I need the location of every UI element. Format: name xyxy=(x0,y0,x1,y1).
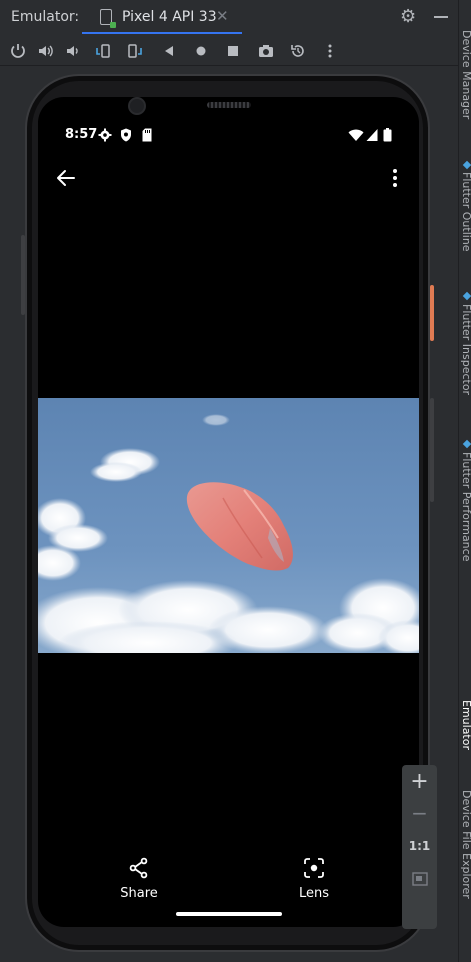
emulator-window: Emulator: Pixel 4 API 33 ✕ ⚙ Device Mana… xyxy=(0,0,471,962)
panel-device-manager[interactable]: Device Manager xyxy=(460,30,471,119)
power-side-button[interactable] xyxy=(430,285,434,341)
share-icon xyxy=(129,857,148,879)
panel-flutter-performance[interactable]: Flutter Performance xyxy=(460,452,471,561)
flutter-outline-icon xyxy=(462,160,471,170)
flutter-performance-icon xyxy=(462,439,471,449)
zoom-controls: + − 1:1 xyxy=(402,765,437,929)
left-gutter xyxy=(0,66,4,962)
zoom-fit-icon[interactable] xyxy=(402,871,437,891)
status-time: 8:57 xyxy=(65,127,98,142)
volume-up-icon[interactable] xyxy=(35,40,57,62)
front-camera xyxy=(128,97,146,115)
gesture-nav-bar[interactable] xyxy=(176,912,282,916)
minimize-icon[interactable] xyxy=(434,16,448,18)
gear-icon[interactable]: ⚙ xyxy=(400,6,416,27)
share-button[interactable]: Share xyxy=(109,856,169,901)
power-icon[interactable] xyxy=(7,40,29,62)
rotate-left-icon[interactable] xyxy=(92,40,114,62)
tab-pixel-4-api-33[interactable]: Pixel 4 API 33 ✕ xyxy=(82,0,242,34)
rotate-right-icon[interactable] xyxy=(124,40,146,62)
cellular-signal-icon xyxy=(366,129,378,141)
panel-emulator[interactable]: Emulator xyxy=(460,700,471,750)
zoom-out-button[interactable]: − xyxy=(402,801,437,825)
overflow-menu-icon[interactable] xyxy=(385,166,405,190)
overview-button-icon[interactable] xyxy=(222,40,244,62)
volume-side-button[interactable] xyxy=(430,398,434,502)
left-side-button xyxy=(21,235,25,315)
more-options-icon[interactable] xyxy=(319,40,341,62)
right-tool-strip: Device Manager Flutter Outline Flutter I… xyxy=(458,0,471,962)
volume-down-icon[interactable] xyxy=(62,40,84,62)
wifi-icon xyxy=(348,129,364,141)
back-arrow-icon[interactable] xyxy=(54,166,78,190)
flutter-inspector-icon xyxy=(462,291,471,301)
emulator-label: Emulator: xyxy=(11,9,80,25)
lens-label: Lens xyxy=(298,886,330,901)
earpiece-speaker xyxy=(207,102,251,108)
photo-sky-bag xyxy=(38,398,419,653)
home-button-icon[interactable] xyxy=(190,40,212,62)
zoom-in-button[interactable]: + xyxy=(402,769,437,794)
battery-icon xyxy=(383,128,392,142)
lens-icon xyxy=(304,858,324,878)
status-bar: 8:57 xyxy=(38,124,419,148)
panel-flutter-inspector[interactable]: Flutter Inspector xyxy=(460,304,471,395)
snapshot-restore-icon[interactable] xyxy=(287,40,309,62)
zoom-actual-size-button[interactable]: 1:1 xyxy=(402,839,437,853)
sd-card-status-icon xyxy=(142,128,152,142)
panel-device-file-explorer[interactable]: Device File Explorer xyxy=(460,790,471,899)
share-label: Share xyxy=(120,886,158,901)
tab-close-icon[interactable]: ✕ xyxy=(216,7,229,25)
back-button-icon[interactable] xyxy=(158,40,180,62)
camera-icon[interactable] xyxy=(255,40,277,62)
settings-status-icon xyxy=(98,128,112,142)
photo-image[interactable] xyxy=(38,398,419,653)
tab-title: Pixel 4 API 33 xyxy=(122,9,217,25)
emulator-toolbar xyxy=(0,36,458,66)
shield-status-icon xyxy=(121,128,131,142)
device-icon xyxy=(100,9,116,28)
panel-flutter-outline[interactable]: Flutter Outline xyxy=(460,172,471,252)
emulator-tab-bar: Emulator: Pixel 4 API 33 ✕ ⚙ xyxy=(0,0,458,34)
lens-button[interactable]: Lens xyxy=(284,856,344,901)
